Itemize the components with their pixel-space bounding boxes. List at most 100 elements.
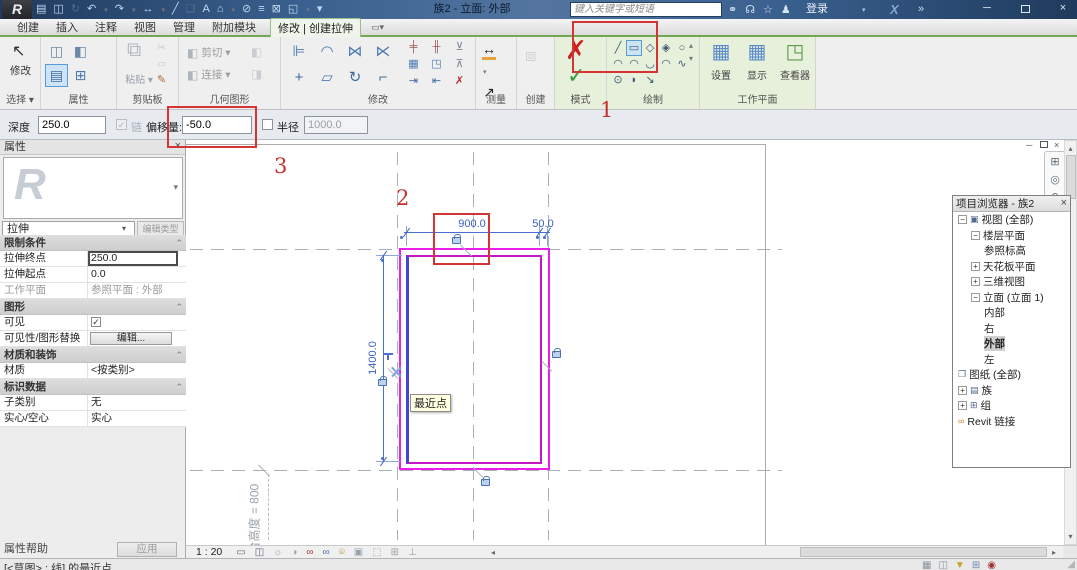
browser-groups-label[interactable]: 组 [981, 398, 992, 413]
dimension-offset-value[interactable]: 50.0 [523, 218, 563, 230]
reference-plane-left[interactable] [397, 152, 398, 540]
customize-qat-icon[interactable]: ▾ [317, 0, 323, 19]
measure-between-references-icon-caret[interactable]: ▾ [483, 68, 496, 76]
browser-groups[interactable]: +⊞组 [953, 398, 1070, 414]
constraint-padlock-right[interactable] [552, 351, 561, 358]
family-category-icon[interactable]: ⊞ [70, 65, 91, 86]
group-collapse-icon[interactable]: ⌃ [175, 299, 183, 315]
browser-sheets-label[interactable]: 图纸 (全部) [969, 367, 1021, 382]
scroll-left-icon[interactable]: ◂ [491, 548, 495, 557]
close-button[interactable]: × [1048, 0, 1077, 19]
undo-icon[interactable]: ↶ [87, 0, 96, 19]
project-browser-close-icon[interactable]: × [1061, 197, 1067, 209]
selection-filter-icon[interactable]: ▼ [955, 560, 965, 570]
section-icon[interactable]: ⊘ [242, 0, 251, 19]
browser-elev-right[interactable]: 右 [953, 321, 1070, 337]
join-geometry-button[interactable]: ◧连接 ▾ [187, 67, 231, 82]
dimension-grip[interactable] [381, 457, 384, 460]
browser-elev-left-label[interactable]: 左 [984, 352, 995, 367]
constraint-padlock-bottom[interactable] [481, 479, 490, 486]
browser-views-root-label[interactable]: 视图 (全部) [982, 212, 1034, 227]
row-work-plane-value[interactable]: 参照平面 : 外部 [88, 283, 178, 298]
browser-elev-exterior[interactable]: 外部 [953, 336, 1070, 352]
browser-sheets[interactable]: ❒图纸 (全部) [953, 367, 1070, 383]
tab-create[interactable]: 创建 [17, 19, 39, 35]
dimension-grip[interactable] [543, 236, 546, 239]
exchange-apps-icon[interactable]: X [890, 0, 899, 19]
view-minimize-icon[interactable]: ─ [1026, 140, 1032, 150]
redo-icon[interactable]: ↷ [115, 0, 124, 19]
row-material-value[interactable]: <按类别> [88, 363, 178, 378]
dimension-grip[interactable] [536, 236, 539, 239]
switch-windows-icon-caret[interactable]: ▾ [306, 6, 310, 14]
search-help-icon[interactable]: ⚭ [728, 3, 737, 16]
radius-checkbox[interactable] [262, 119, 273, 130]
row-visibility-overrides-value[interactable]: 编辑... [88, 331, 178, 346]
group-identity[interactable]: 标识数据⌃ [0, 379, 186, 395]
unpin-icon[interactable]: ⊻ [448, 39, 471, 56]
dimension-line-left[interactable] [383, 256, 384, 462]
split-with-gap-icon[interactable]: ╫ [425, 39, 448, 56]
type-selector-dropdown-icon[interactable]: ▾ [173, 182, 178, 193]
toolbar-overflow-icon[interactable]: » [918, 0, 924, 19]
modify-button-label[interactable]: 修改 [0, 63, 41, 78]
undo-icon-caret[interactable]: ▾ [104, 6, 108, 14]
row-subcategory-value[interactable]: 无 [88, 395, 178, 410]
tab-manage[interactable]: 管理 [173, 19, 195, 35]
browser-ceiling-plans-expander[interactable]: + [971, 262, 980, 271]
tab-addins[interactable]: 附加模块 [212, 19, 256, 35]
browser-views-root[interactable]: −▣视图 (全部) [953, 212, 1070, 228]
redo-icon-caret[interactable]: ▾ [132, 6, 136, 14]
array-icon[interactable]: ▦ [402, 56, 425, 73]
properties-help-link[interactable]: 属性帮助 [4, 540, 48, 556]
paste-icon[interactable]: ⧉ [127, 39, 141, 62]
draw-scroll-down-icon[interactable]: ▾ [689, 54, 693, 63]
reveal-constraints-icon[interactable]: ⊥ [408, 547, 417, 558]
navigation-grid-icon[interactable]: ⊞ [1050, 155, 1059, 168]
draw-ellipse-tool[interactable]: ⊙ [611, 73, 625, 87]
browser-elevations-label[interactable]: 立面 (立面 1) [983, 290, 1044, 305]
dimension-grip[interactable] [381, 259, 384, 262]
ribbon-display-toggle-icon[interactable]: ▭▾ [371, 22, 384, 33]
viewer-button[interactable]: ◳ 查看器 [776, 39, 814, 82]
draw-spline-tool[interactable]: ∿ [675, 57, 689, 71]
minimize-button[interactable]: ─ [972, 0, 1002, 19]
design-options-icon[interactable]: ◫ [938, 560, 947, 570]
family-types-icon[interactable]: ◧ [70, 41, 91, 62]
group-collapse-icon[interactable]: ⌃ [175, 347, 183, 363]
properties-toggle-icon[interactable]: ▤ [46, 65, 67, 86]
browser-views-root-expander[interactable]: − [958, 215, 967, 224]
shadows-icon[interactable]: ◑ [291, 547, 297, 558]
depth-input[interactable] [38, 116, 106, 134]
worksharing-display-icon[interactable]: ⊞ [391, 547, 399, 558]
sketch-offset-rectangle[interactable] [406, 255, 542, 464]
browser-groups-expander[interactable]: + [958, 401, 967, 410]
create-group-icon[interactable]: ⧈ [525, 45, 536, 66]
browser-3d-views-expander[interactable]: + [971, 277, 980, 286]
browser-families[interactable]: +▤族 [953, 383, 1070, 399]
copy-icon[interactable]: ▱ [157, 57, 166, 70]
signin-label[interactable]: 登录 [806, 0, 828, 19]
tab-view[interactable]: 视图 [134, 19, 156, 35]
horizontal-scrollbar[interactable]: ◂ ▸ [488, 545, 1063, 558]
tag-by-category-icon[interactable]: ❏ [186, 0, 196, 19]
draw-circle-tool[interactable]: ○ [675, 41, 689, 55]
drawing-area[interactable]: 900.0 50.0 1400.0 最近点 台高度 = 800 ─ × ⊞ [186, 140, 1077, 545]
edit-visibility-button[interactable]: 编辑... [90, 332, 172, 345]
save-icon[interactable]: ◫ [53, 0, 63, 19]
draw-fillet-arc-tool[interactable]: ◠ [659, 57, 673, 71]
align-tool-icon[interactable]: ⊫ [285, 39, 313, 65]
browser-elevations-expander[interactable]: − [971, 293, 980, 302]
row-solid-void-value[interactable]: 实心 [88, 411, 178, 426]
horizontal-scroll-thumb[interactable] [800, 547, 1047, 557]
copy-tool-icon[interactable]: ▱ [313, 65, 341, 91]
worksets-status-icon[interactable]: ▦ [922, 560, 931, 570]
browser-elevations[interactable]: −立面 (立面 1) [953, 290, 1070, 306]
measure-icon-caret[interactable]: ▾ [162, 6, 166, 14]
browser-3d-views[interactable]: +三维视图 [953, 274, 1070, 290]
sun-path-icon[interactable]: ☼ [273, 547, 282, 558]
properties-palette-icon[interactable]: ◫ [46, 41, 67, 62]
browser-elev-interior[interactable]: 内部 [953, 305, 1070, 321]
browser-elev-interior-label[interactable]: 内部 [984, 305, 1005, 320]
apply-button[interactable]: 应用 [117, 542, 177, 557]
